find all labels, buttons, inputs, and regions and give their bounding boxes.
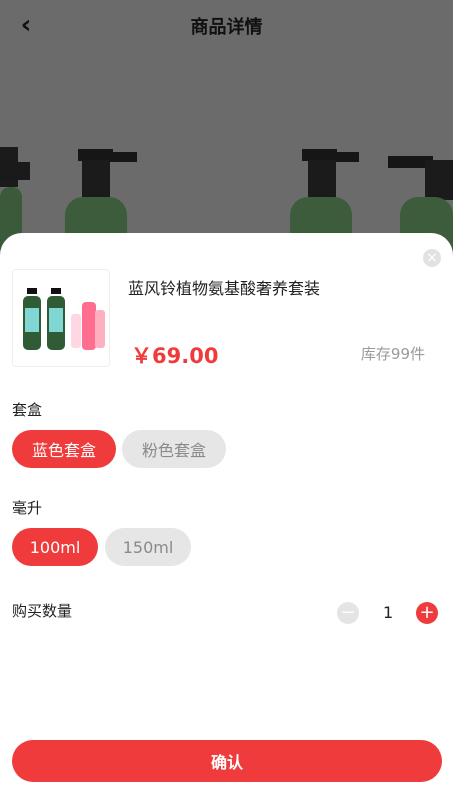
chevron-left-icon[interactable]: ‹ (14, 10, 38, 40)
box-option-pink[interactable]: 粉色套盒 (122, 430, 226, 468)
close-icon[interactable]: × (423, 249, 441, 267)
page-title: 商品详情 (190, 17, 263, 38)
product-thumbnail-image (13, 270, 109, 366)
product-name: 蓝风铃植物氨基酸奢养套装 (128, 279, 321, 298)
quantity-value: 1 (383, 603, 394, 622)
page-header: ‹ 商品详情 (0, 0, 453, 52)
quantity-plus-button[interactable]: + (416, 602, 438, 624)
product-price: ￥69.00 (131, 344, 219, 368)
volume-option-100ml[interactable]: 100ml (12, 528, 98, 566)
product-thumbnail (12, 269, 110, 367)
box-option-label: 套盒 (12, 401, 43, 419)
volume-option-label: 毫升 (12, 499, 43, 517)
volume-option-150ml[interactable]: 150ml (105, 528, 191, 566)
confirm-button[interactable]: 确认 (12, 740, 442, 782)
quantity-label: 购买数量 (12, 602, 73, 620)
product-stock: 库存99件 (360, 345, 425, 363)
box-option-blue[interactable]: 蓝色套盒 (12, 430, 116, 468)
product-spec-sheet: × 蓝风铃植物氨基酸奢养套装 ￥69.00 库存99件 套盒 蓝色套盒 粉色套盒… (0, 233, 453, 810)
quantity-minus-button[interactable]: − (337, 602, 359, 624)
